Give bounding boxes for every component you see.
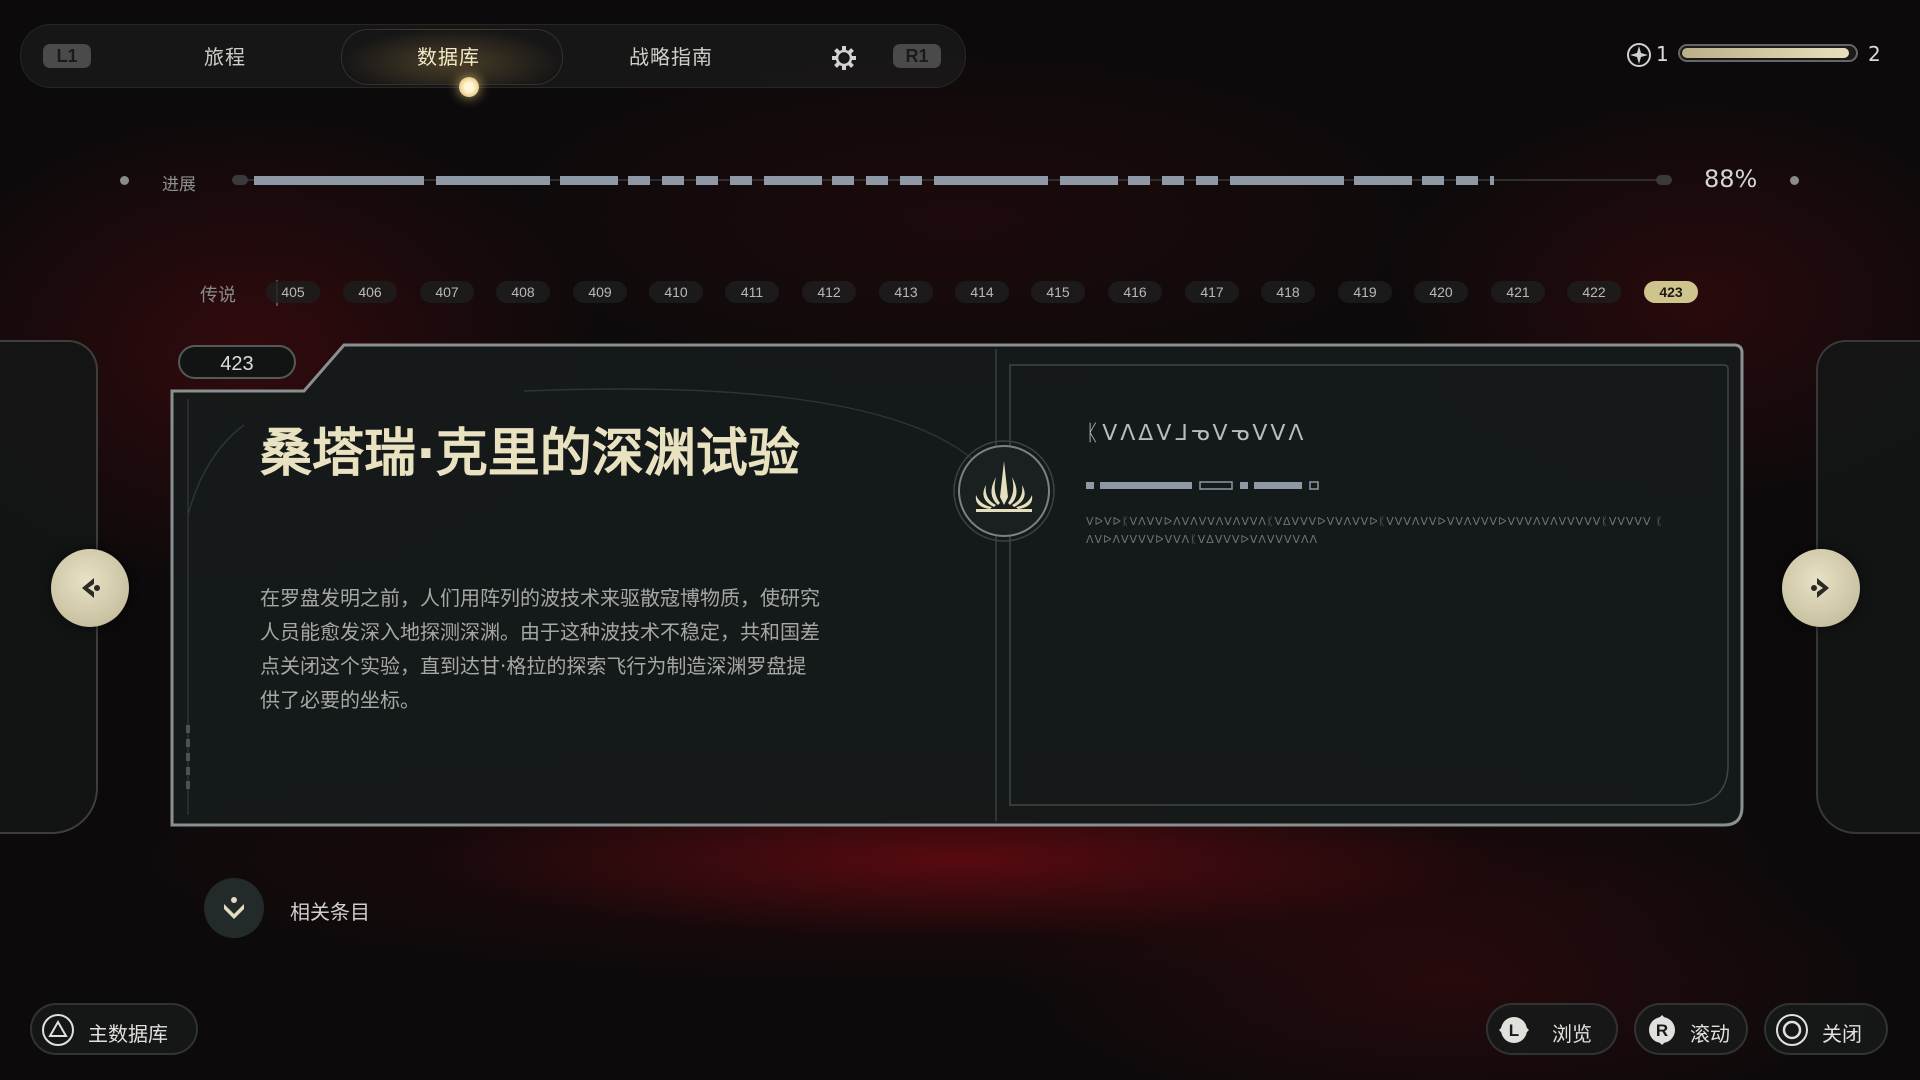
browse-label: 浏览 — [1552, 1022, 1592, 1046]
progress-segment — [1196, 176, 1218, 185]
codex-screen: L1 旅程 数据库 战略指南 R1 1 2 进展 88% 传说 405 406 … — [0, 0, 1920, 1080]
scroll-hint[interactable]: R 滚动 — [1634, 1003, 1748, 1055]
l1-button[interactable]: L1 — [43, 44, 91, 68]
xp-progress-fill — [1682, 48, 1849, 58]
entry-tab[interactable]: 410 — [649, 281, 703, 303]
progress-segment — [1060, 176, 1118, 185]
progress-segment — [832, 176, 854, 185]
svg-text:R: R — [1656, 1021, 1668, 1040]
left-stick-icon: L — [1499, 1017, 1529, 1043]
progress-segment — [1422, 176, 1444, 185]
entry-tab[interactable]: 414 — [955, 281, 1009, 303]
next-level-number: 2 — [1868, 42, 1881, 66]
previous-entry-button[interactable] — [51, 549, 129, 627]
arrow-right-icon — [1811, 578, 1829, 598]
progress-right-dot — [1790, 176, 1799, 185]
entry-tab[interactable]: 413 — [879, 281, 933, 303]
progress-segment — [662, 176, 684, 185]
progress-segment — [934, 176, 1048, 185]
arrow-left-icon — [82, 578, 100, 598]
skill-point-icon — [1627, 43, 1651, 67]
tab-databank[interactable]: 数据库 — [417, 41, 480, 70]
progress-segment — [1354, 176, 1412, 185]
progress-percent: 88% — [1704, 165, 1758, 193]
progress-label: 进展 — [162, 175, 196, 195]
progress-left-dot — [120, 176, 129, 185]
entry-tab[interactable]: 418 — [1261, 281, 1315, 303]
progress-segment — [436, 176, 550, 185]
entry-tab[interactable]: 411 — [725, 281, 779, 303]
entry-tab[interactable]: 408 — [496, 281, 550, 303]
entry-tab[interactable]: 422 — [1567, 281, 1621, 303]
related-entries-button[interactable] — [204, 878, 264, 938]
progress-segment — [628, 176, 650, 185]
progress-segment — [1162, 176, 1184, 185]
category-label: 传说 — [200, 285, 236, 306]
entry-description: 在罗盘发明之前，人们用阵列的波技术来驱散寇博物质，使研究人员能愈发深入地探测深渊… — [260, 586, 820, 712]
entry-tab[interactable]: 405 — [266, 281, 320, 303]
tab-journey[interactable]: 旅程 — [204, 41, 246, 70]
progress-segment — [764, 176, 822, 185]
entry-tab[interactable]: 412 — [802, 281, 856, 303]
entry-tab[interactable]: 406 — [343, 281, 397, 303]
progress-segment — [900, 176, 922, 185]
databank-entry-card: 423 桑塔瑞·克里的深渊试验 在罗盘发明之前，人们用阵列的波技术来驱散寇博物质… — [164, 335, 1744, 833]
aurebesh-body-text: ᐯᐅᐯᐅᛕᐯᐱᐯᐯᐅᐱᐯᐱᐯᐯᐱᐯᐱᐯᐯᐱᛕᐯᐃᐯᐯᐯᐅᐯᐯᐱᐯᐯᐅᛕᐯᐯᐯᐱᐯ… — [1086, 515, 1664, 546]
circle-button-icon — [1776, 1014, 1808, 1046]
progress-segment — [696, 176, 718, 185]
entry-tab[interactable]: 416 — [1108, 281, 1162, 303]
main-database-label: 主数据库 — [88, 1022, 168, 1046]
entry-tab[interactable]: 407 — [420, 281, 474, 303]
right-stick-icon: R — [1649, 1015, 1675, 1045]
entry-tab[interactable]: 409 — [573, 281, 627, 303]
progress-segment — [730, 176, 752, 185]
close-hint[interactable]: 关闭 — [1764, 1003, 1888, 1055]
chevron-down-icon — [224, 897, 244, 919]
progress-segment — [1490, 176, 1494, 185]
related-entries-label[interactable]: 相关条目 — [290, 896, 370, 925]
entry-tab[interactable]: 419 — [1338, 281, 1392, 303]
progress-segment — [1128, 176, 1150, 185]
active-tab-indicator — [459, 77, 479, 97]
top-navigation-bar: L1 旅程 数据库 战略指南 R1 — [20, 24, 966, 97]
scroll-label: 滚动 — [1690, 1022, 1730, 1046]
gear-icon[interactable] — [831, 45, 857, 71]
entry-tab-current[interactable]: 423 — [1644, 281, 1698, 303]
progress-track-start-cap — [232, 175, 248, 185]
entry-tab[interactable]: 415 — [1031, 281, 1085, 303]
entry-tab[interactable]: 417 — [1185, 281, 1239, 303]
jedi-order-emblem-icon — [953, 440, 1055, 542]
r1-button[interactable]: R1 — [893, 44, 941, 68]
skill-point-count: 1 — [1656, 42, 1669, 66]
next-entry-button[interactable] — [1782, 549, 1860, 627]
progress-segment — [1456, 176, 1478, 185]
close-label: 关闭 — [1822, 1022, 1862, 1046]
xp-progress-bar — [1678, 44, 1858, 62]
entry-number-badge: 423 — [178, 345, 296, 379]
entry-tab[interactable]: 421 — [1491, 281, 1545, 303]
aurebesh-heading: ᛕᐯᐱᐃᐯᒧᓀᐯᓀᐯᐯᐱ — [1086, 421, 1307, 446]
progress-segment — [1230, 176, 1344, 185]
aurebesh-decoration-bars — [1086, 481, 1319, 490]
tab-guide[interactable]: 战略指南 — [629, 41, 713, 70]
browse-hint[interactable]: L 浏览 — [1486, 1003, 1618, 1055]
progress-track-end-cap — [1656, 175, 1672, 185]
progress-segment — [254, 176, 424, 185]
progress-track — [232, 174, 1672, 186]
entry-title: 桑塔瑞·克里的深渊试验 — [260, 424, 800, 484]
progress-segment — [866, 176, 888, 185]
entry-tab[interactable]: 420 — [1414, 281, 1468, 303]
progress-segment — [560, 176, 618, 185]
triangle-button-icon — [42, 1014, 74, 1046]
main-database-hint[interactable]: 主数据库 — [30, 1003, 198, 1055]
svg-text:L: L — [1509, 1021, 1519, 1040]
